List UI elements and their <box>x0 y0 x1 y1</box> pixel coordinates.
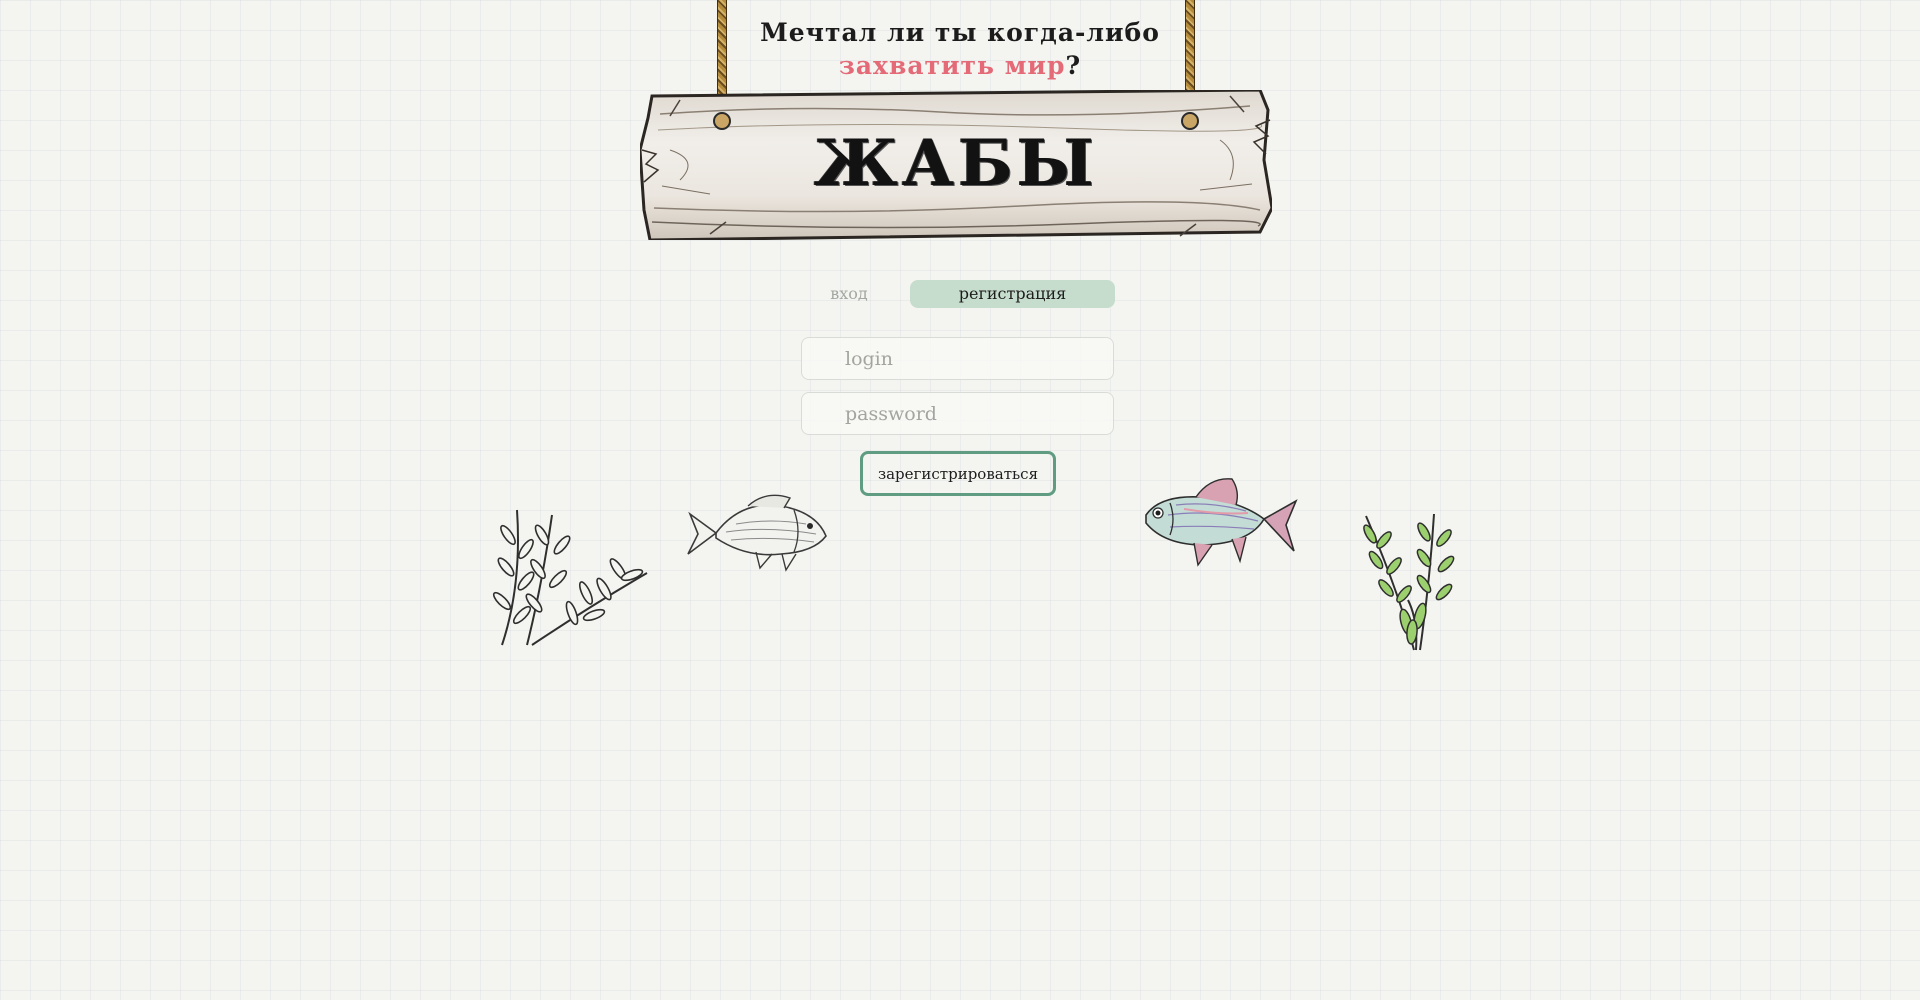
app-title: ЖАБЫ <box>814 126 1098 201</box>
ring-right-icon <box>1181 112 1199 130</box>
tab-register[interactable]: регистрация <box>910 280 1115 308</box>
tagline-tail: ? <box>1065 51 1082 80</box>
auth-tabs: вход регистрация <box>800 280 1115 308</box>
fish-grey-icon <box>687 494 827 572</box>
registration-page: Мечтал ли ты когда-либо захватить мир? Ж… <box>0 0 1920 1000</box>
password-input[interactable] <box>801 392 1114 435</box>
ring-left-icon <box>713 112 731 130</box>
tagline-line-2: захватить мир? <box>0 51 1920 80</box>
tagline-line-1: Мечтал ли ты когда-либо <box>760 18 1160 47</box>
tab-login[interactable]: вход <box>800 280 898 308</box>
plant-right-icon <box>1363 513 1455 651</box>
plant-left-icon <box>492 509 648 646</box>
register-button[interactable]: зарегистрироваться <box>860 451 1056 496</box>
tagline-accent: захватить мир <box>838 51 1066 80</box>
wooden-sign: ЖАБЫ <box>640 90 1272 240</box>
fish-colored-icon <box>1145 478 1298 567</box>
login-input[interactable] <box>801 337 1114 380</box>
